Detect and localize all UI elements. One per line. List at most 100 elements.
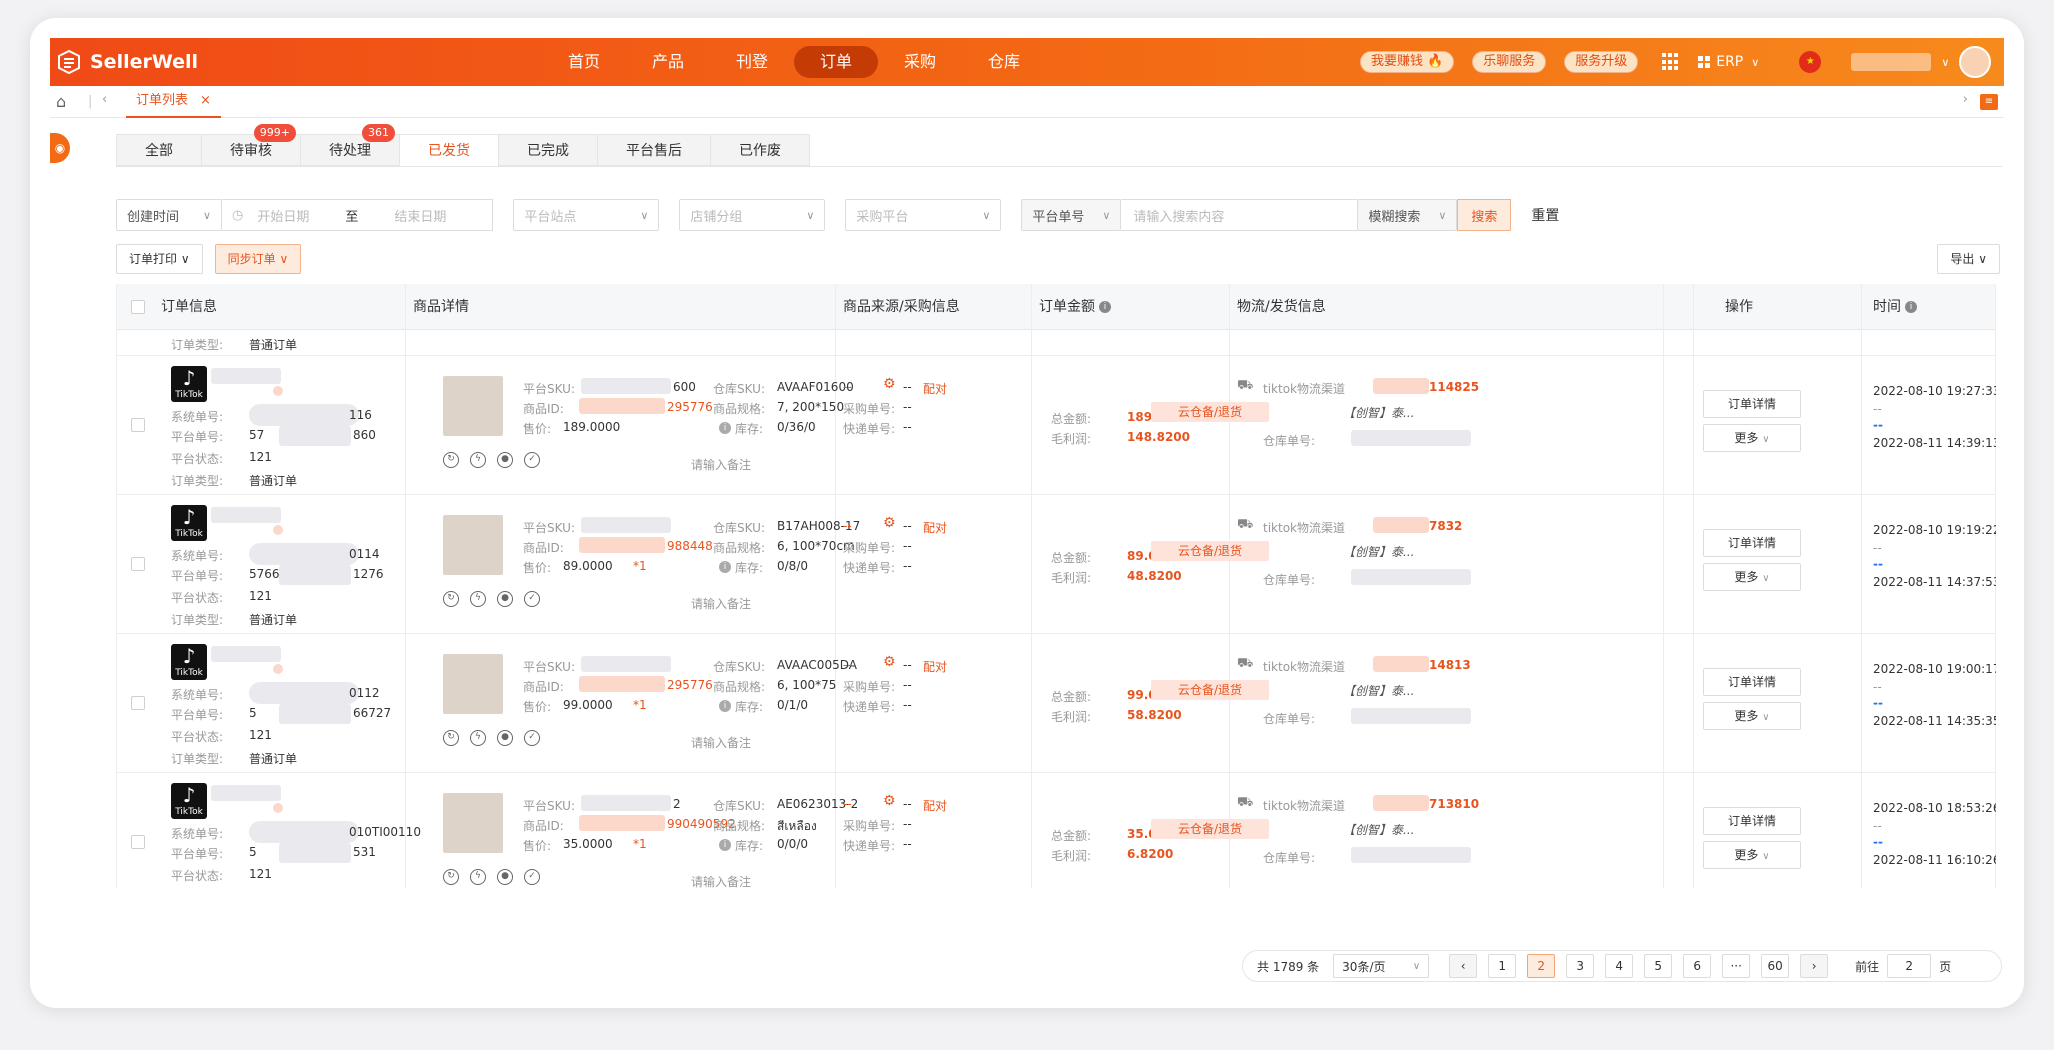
row-checkbox[interactable] [131,835,145,849]
time-dash-link[interactable]: -- [1873,557,1883,571]
tracking-tail[interactable]: 7832 [1429,519,1462,533]
tab-completed[interactable]: 已完成 [498,134,598,166]
brand-logo[interactable]: SellerWell [56,48,198,76]
reset-button[interactable]: 重置 [1531,205,1559,225]
refresh-icon[interactable]: ↻ [443,452,459,468]
erp-switcher[interactable]: ERP ∨ [1698,54,1759,70]
sync-order-button[interactable]: 同步订单 ∨ [214,244,302,274]
drop-icon[interactable]: ● [497,869,513,885]
tracking-tail[interactable]: 114825 [1429,380,1479,394]
info-icon[interactable]: i [719,839,731,851]
remark-input[interactable]: 请输入备注 [691,456,751,473]
refresh-icon[interactable]: ↻ [443,730,459,746]
tab-voided[interactable]: 已作废 [710,134,810,166]
goto-page-input[interactable]: 2 [1887,954,1932,978]
nav-purchase[interactable]: 采购 [878,46,962,78]
page-ellipsis[interactable]: ··· [1722,954,1751,978]
print-order-button[interactable]: 订单打印 ∨ [116,244,203,274]
nav-listing[interactable]: 刊登 [710,46,794,78]
page-button[interactable]: 60 [1761,954,1790,978]
gear-icon[interactable]: ⚙ [883,793,896,809]
page-size-select[interactable]: 30条/页 ∨ [1333,954,1430,978]
earn-money-button[interactable]: 我要赚钱 🔥 [1360,51,1455,73]
lightning-icon[interactable]: ϟ [470,869,486,885]
username[interactable] [1851,53,1932,71]
info-icon[interactable]: i [1099,301,1111,313]
order-detail-button[interactable]: 订单详情 [1703,390,1801,418]
lightning-icon[interactable]: ϟ [470,452,486,468]
search-field-select[interactable]: 平台单号 ∨ [1021,199,1122,231]
page-button[interactable]: 5 [1644,954,1673,978]
home-icon[interactable]: ⌂ [56,93,74,111]
remark-input[interactable]: 请输入备注 [691,873,751,888]
end-date-input[interactable]: 结束日期 [394,206,446,225]
next-page-button[interactable]: › [1800,954,1829,978]
match-link[interactable]: 配对 [923,797,947,814]
order-detail-button[interactable]: 订单详情 [1703,529,1801,557]
refresh-icon[interactable]: ↻ [443,869,459,885]
match-mode-select[interactable]: 模糊搜索 ∨ [1357,199,1458,231]
date-range-picker[interactable]: ◷ 开始日期 至 结束日期 [222,199,494,231]
product-thumbnail[interactable] [443,515,503,575]
drop-icon[interactable]: ● [497,591,513,607]
time-dash-link[interactable]: -- [1873,418,1883,432]
row-checkbox[interactable] [131,418,145,432]
product-thumbnail[interactable] [443,793,503,853]
china-flag-icon[interactable]: ★ [1799,51,1822,73]
drop-icon[interactable]: ● [497,730,513,746]
prod-id-tail[interactable]: 988448 [667,539,713,553]
lightning-icon[interactable]: ϟ [470,730,486,746]
info-icon[interactable]: i [1905,301,1917,313]
more-button[interactable]: 更多 ∨ [1703,424,1801,452]
remark-input[interactable]: 请输入备注 [691,734,751,751]
tab-pending-review[interactable]: 待审核 999+ [201,124,301,166]
tab-after-sales[interactable]: 平台售后 [597,134,711,166]
gear-icon[interactable]: ⚙ [883,376,896,392]
menu-badge-icon[interactable]: ≡ [1980,94,1998,110]
apps-grid-icon[interactable] [1662,53,1680,71]
purchase-platform-select[interactable]: 采购平台 ∨ [845,199,1002,231]
thumb-icon[interactable]: ✓ [524,730,540,746]
page-button[interactable]: 6 [1683,954,1712,978]
tracking-tail[interactable]: 713810 [1429,797,1479,811]
match-link[interactable]: 配对 [923,380,947,397]
order-detail-button[interactable]: 订单详情 [1703,807,1801,835]
row-checkbox[interactable] [131,696,145,710]
prod-id-tail[interactable]: 295776 [667,400,713,414]
row-checkbox[interactable] [131,557,145,571]
gear-icon[interactable]: ⚙ [883,515,896,531]
page-button-current[interactable]: 2 [1527,954,1556,978]
chevron-left-icon[interactable]: ‹ [102,92,107,107]
prev-page-button[interactable]: ‹ [1449,954,1478,978]
select-all-checkbox[interactable] [131,300,145,314]
match-link[interactable]: 配对 [923,658,947,675]
start-date-input[interactable]: 开始日期 [257,206,309,225]
match-link[interactable]: 配对 [923,519,947,536]
order-detail-button[interactable]: 订单详情 [1703,668,1801,696]
search-input[interactable]: 请输入搜索内容 [1121,199,1358,231]
more-button[interactable]: 更多 ∨ [1703,563,1801,591]
tab-shipped[interactable]: 已发货 [399,134,499,166]
tab-to-process[interactable]: 待处理 361 [300,124,400,166]
prod-id-tail[interactable]: 295776 [667,678,713,692]
thumb-icon[interactable]: ✓ [524,591,540,607]
close-icon[interactable]: × [200,93,211,108]
shop-group-select[interactable]: 店铺分组 ∨ [679,199,826,231]
product-thumbnail[interactable] [443,376,503,436]
more-button[interactable]: 更多 ∨ [1703,841,1801,869]
product-thumbnail[interactable] [443,654,503,714]
chevron-down-icon[interactable]: ∨ [1941,56,1949,69]
time-dash-link[interactable]: -- [1873,835,1883,849]
side-drawer-toggle-icon[interactable]: ◉ [50,133,70,163]
remark-input[interactable]: 请输入备注 [691,595,751,612]
nav-home[interactable]: 首页 [542,46,626,78]
chevron-right-icon[interactable]: › [1963,92,1968,107]
info-icon[interactable]: i [719,422,731,434]
tracking-tail[interactable]: 14813 [1429,658,1471,672]
search-button[interactable]: 搜索 [1457,199,1512,231]
refresh-icon[interactable]: ↻ [443,591,459,607]
info-icon[interactable]: i [719,700,731,712]
time-type-select[interactable]: 创建时间 ∨ [116,199,222,231]
more-button[interactable]: 更多 ∨ [1703,702,1801,730]
thumb-icon[interactable]: ✓ [524,452,540,468]
